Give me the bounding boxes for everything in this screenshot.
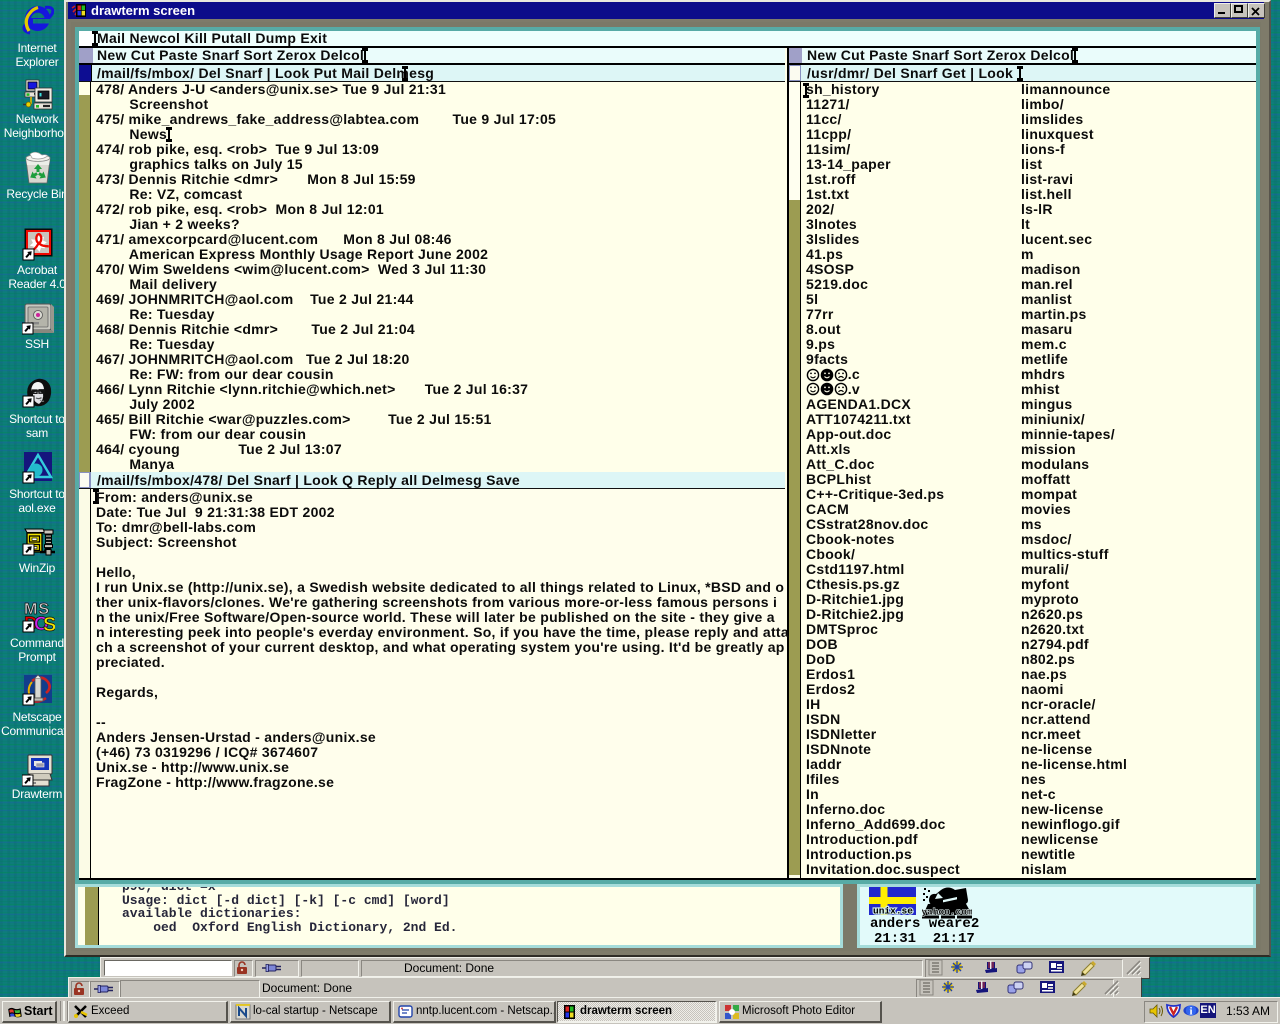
svg-text:unix.se: unix.se: [873, 906, 913, 916]
svg-text:i: i: [1189, 1006, 1192, 1018]
svg-text:S: S: [43, 614, 55, 634]
